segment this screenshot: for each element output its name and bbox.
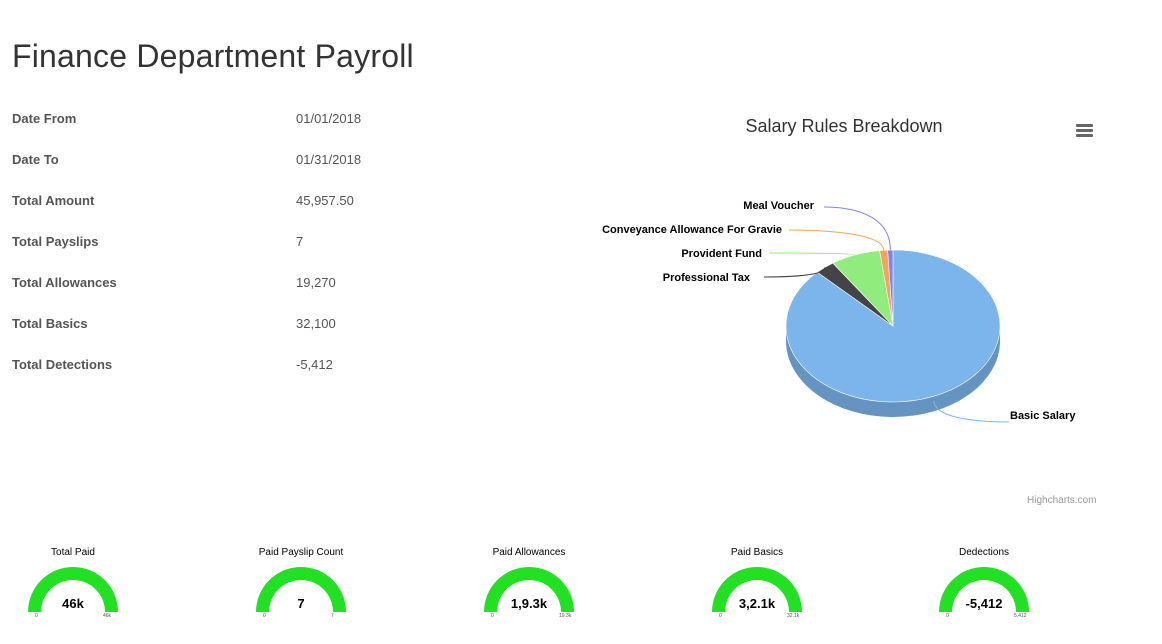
gauge-max: 7 (331, 613, 334, 619)
gauge-value: -5,412 (965, 596, 1003, 611)
summary-value: 32,100 (296, 316, 336, 331)
gauge-total-paid: Total Paid 46k 0 46k (13, 540, 133, 644)
summary-value: 01/01/2018 (296, 111, 362, 126)
summary-label: Total Payslips (12, 234, 99, 249)
gauge-max: 19.3k (559, 613, 572, 619)
summary-label: Total Detections (12, 357, 113, 372)
gauge-row: Total Paid 46k 0 46k Paid Payslip Count … (0, 540, 1162, 644)
gauge-max: 32.1k (787, 613, 800, 619)
summary-row-total-amount: Total Amount 45,957.50 (12, 190, 572, 231)
chart-title: Salary Rules Breakdown (745, 116, 943, 136)
summary-value: 45,957.50 (296, 193, 354, 208)
salary-rules-chart: Basic Salary Professional Tax Provident Fu… (580, 100, 1120, 520)
summary-label: Total Basics (12, 316, 88, 331)
gauge-min: 0 (719, 613, 722, 619)
gauge-paid-payslip-count: Paid Payslip Count 7 0 7 (241, 540, 361, 644)
summary-row-total-detections: Total Detections -5,412 (12, 354, 572, 395)
gauge-min: 0 (491, 613, 494, 619)
gauge-paid-basics: Paid Basics 3,2.1k 0 32.1k (697, 540, 817, 644)
hamburger-menu-icon[interactable] (1076, 124, 1093, 138)
gauge-value: 46k (62, 596, 84, 611)
pie-connector (769, 252, 856, 256)
summary-value: -5,412 (296, 357, 333, 372)
pie-label: Conveyance Allowance For Gravie (602, 224, 782, 236)
summary-label: Date To (12, 152, 59, 167)
summary-table: Date From 01/01/2018 Date To 01/31/2018 … (12, 108, 572, 395)
gauge-min: 0 (263, 613, 266, 619)
summary-row-total-payslips: Total Payslips 7 (12, 231, 572, 272)
pie-connector (788, 229, 885, 251)
pie-label: Basic Salary (1010, 410, 1076, 422)
highcharts-credits[interactable]: Highcharts.com (1027, 495, 1096, 506)
gauge-min: 0 (35, 613, 38, 619)
summary-label: Total Amount (12, 193, 95, 208)
summary-label: Date From (12, 111, 77, 126)
summary-label: Total Allowances (12, 275, 117, 290)
gauge-title: Paid Payslip Count (258, 547, 344, 558)
summary-value: 7 (296, 234, 304, 249)
summary-row-total-allowances: Total Allowances 19,270 (12, 272, 572, 313)
summary-row-date-from: Date From 01/01/2018 (12, 108, 572, 149)
gauge-title: Paid Basics (730, 547, 784, 558)
page-title: Finance Department Payroll (12, 38, 414, 74)
gauge-value: 3,2.1k (738, 596, 776, 611)
gauge-paid-allowances: Paid Allowances 1,9.3k 0 19.3k (469, 540, 589, 644)
summary-row-date-to: Date To 01/31/2018 (12, 149, 572, 190)
menu-bar (1076, 129, 1093, 132)
summary-value: 01/31/2018 (296, 152, 362, 167)
gauge-value: 1,9.3k (510, 596, 548, 611)
menu-bar (1076, 124, 1093, 127)
gauge-min: 0 (946, 613, 949, 619)
gauge-max: 5,412 (1014, 613, 1027, 619)
gauge-title: Dedections (958, 547, 1010, 558)
gauge-value: 7 (297, 596, 305, 611)
menu-bar (1076, 134, 1093, 137)
pie-label: Provident Fund (681, 248, 762, 260)
summary-row-total-basics: Total Basics 32,100 (12, 313, 572, 354)
pie-chart-svg: Basic Salary Professional Tax Provident Fu… (602, 200, 1076, 423)
gauge-dedections: Dedections -5,412 0 5,412 (924, 540, 1044, 644)
gauge-title: Total Paid (51, 547, 95, 558)
gauge-max: 46k (103, 613, 112, 619)
pie-label: Professional Tax (663, 272, 751, 284)
pie-label: Meal Voucher (743, 200, 814, 212)
summary-value: 19,270 (296, 275, 336, 290)
gauge-title: Paid Allowances (492, 547, 566, 558)
